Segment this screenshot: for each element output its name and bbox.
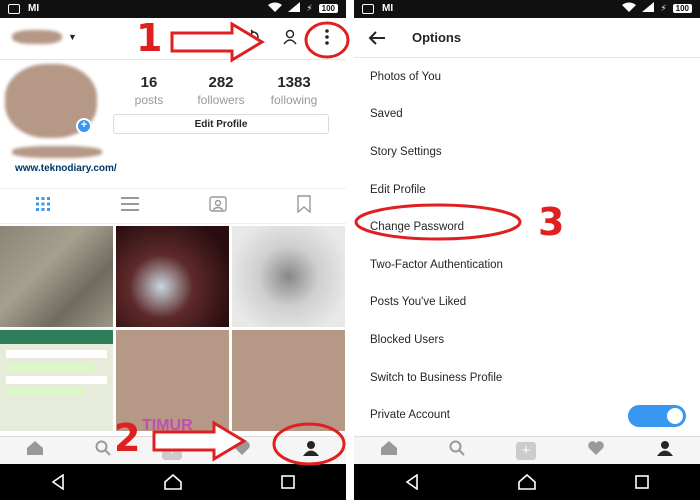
toggle-knob	[667, 408, 683, 425]
signal-icon	[288, 2, 301, 15]
following-count: 1383	[277, 74, 311, 91]
profile-tab-icon[interactable]	[656, 439, 674, 462]
option-saved[interactable]: Saved	[354, 96, 700, 134]
brand-label: MI	[28, 3, 40, 14]
android-nav-bar	[0, 464, 346, 500]
option-posts-liked[interactable]: Posts You've Liked	[354, 284, 700, 322]
photo-thumbnail[interactable]	[0, 226, 113, 327]
followers-count: 282	[208, 74, 234, 91]
step-2-number: 2	[114, 416, 141, 460]
profile-tab-icon[interactable]	[302, 439, 320, 462]
notification-icon	[362, 3, 374, 14]
bottom-tab-bar: +	[0, 436, 346, 464]
posts-stat: 16 posts	[114, 74, 184, 107]
option-change-password[interactable]: Change Password	[354, 208, 700, 246]
heart-icon[interactable]	[233, 440, 251, 461]
tagged-photos-icon[interactable]	[209, 195, 227, 217]
grid-view-icon[interactable]	[35, 196, 51, 217]
new-post-icon[interactable]: +	[161, 441, 182, 460]
profile-screen: MI ⚡ 100 ▼ + 16 posts 282 followers 1383…	[0, 0, 346, 500]
saved-bookmark-icon[interactable]	[297, 194, 311, 218]
username-blurred	[12, 30, 62, 44]
options-list: Photos of You Saved Story Settings Edit …	[354, 58, 700, 434]
notification-icon	[8, 3, 20, 14]
signal-icon	[642, 2, 655, 15]
photo-thumbnail[interactable]	[232, 226, 345, 327]
more-options-icon[interactable]	[324, 28, 330, 51]
website-link[interactable]: www.teknodiary.com/	[15, 163, 117, 174]
add-story-icon[interactable]: +	[76, 118, 92, 134]
photo-thumbnail[interactable]	[116, 226, 229, 327]
options-screen: MI ⚡ 100 Options Photos of You Saved Sto…	[354, 0, 700, 500]
android-nav-bar	[354, 464, 700, 500]
wifi-icon	[622, 2, 637, 15]
option-switch-business[interactable]: Switch to Business Profile	[354, 359, 700, 397]
option-two-factor-auth[interactable]: Two-Factor Authentication	[354, 246, 700, 284]
page-title: Options	[412, 30, 462, 45]
edit-profile-button[interactable]: Edit Profile	[113, 114, 329, 134]
option-private-account-row: Private Account	[354, 396, 700, 434]
photo-overlay-text: TIMUR	[142, 417, 193, 431]
list-view-icon[interactable]	[121, 196, 139, 216]
bottom-tab-bar: +	[354, 436, 700, 464]
battery-indicator: 100	[318, 4, 338, 13]
wifi-icon	[268, 2, 283, 15]
option-story-settings[interactable]: Story Settings	[354, 133, 700, 171]
heart-icon[interactable]	[587, 440, 605, 461]
home-icon[interactable]	[380, 440, 398, 461]
search-icon[interactable]	[449, 440, 465, 461]
chevron-down-icon[interactable]: ▼	[68, 32, 77, 42]
archive-icon[interactable]	[244, 28, 262, 51]
new-post-icon[interactable]: +	[515, 441, 536, 460]
following-stat[interactable]: 1383 following	[259, 74, 329, 107]
step-3-number: 3	[538, 200, 565, 244]
option-blocked-users[interactable]: Blocked Users	[354, 321, 700, 359]
photo-thumbnail[interactable]	[0, 330, 113, 431]
status-bar: MI ⚡ 100	[354, 0, 700, 18]
back-nav-icon[interactable]	[392, 467, 432, 497]
discover-people-icon[interactable]	[282, 28, 300, 51]
back-nav-icon[interactable]	[38, 467, 78, 497]
display-name-blurred	[12, 146, 102, 158]
home-nav-icon[interactable]	[507, 467, 547, 497]
charging-icon: ⚡	[306, 3, 313, 13]
option-edit-profile[interactable]: Edit Profile	[354, 171, 700, 209]
battery-indicator: 100	[672, 4, 692, 13]
option-photos-of-you[interactable]: Photos of You	[354, 58, 700, 96]
home-nav-icon[interactable]	[153, 467, 193, 497]
back-arrow-icon[interactable]	[368, 30, 386, 51]
charging-icon: ⚡	[660, 3, 667, 13]
profile-top-bar: ▼	[0, 18, 346, 60]
private-account-toggle[interactable]	[628, 405, 686, 428]
option-private-account: Private Account	[370, 409, 450, 422]
options-top-bar: Options	[354, 18, 700, 58]
recents-nav-icon[interactable]	[622, 467, 662, 497]
profile-view-tabs	[0, 188, 346, 224]
posts-label: posts	[134, 93, 164, 107]
search-icon[interactable]	[95, 440, 111, 461]
posts-count: 16	[140, 74, 158, 91]
brand-label: MI	[382, 3, 394, 14]
followers-label: followers	[197, 93, 245, 107]
following-label: following	[270, 93, 318, 107]
home-icon[interactable]	[26, 440, 44, 461]
status-bar: MI ⚡ 100	[0, 0, 346, 18]
photo-thumbnail[interactable]	[232, 330, 345, 431]
step-1-number: 1	[136, 16, 163, 60]
followers-stat[interactable]: 282 followers	[186, 74, 256, 107]
photo-grid: TIMUR	[0, 226, 346, 431]
recents-nav-icon[interactable]	[268, 467, 308, 497]
